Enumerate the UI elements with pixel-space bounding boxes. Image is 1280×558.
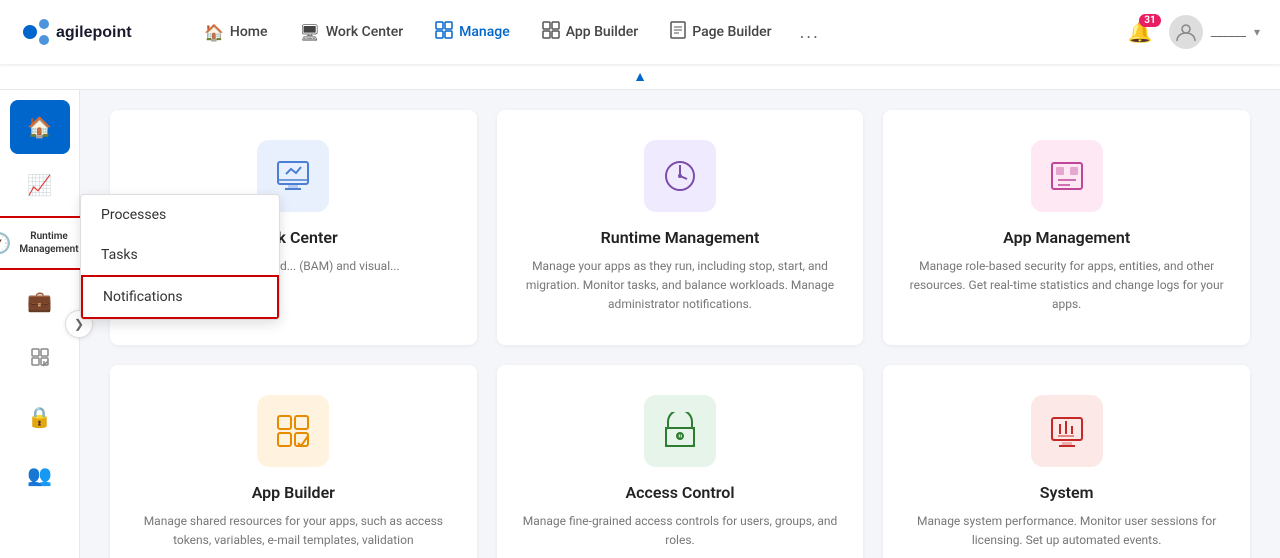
access-control-title: Access Control (626, 483, 735, 502)
main-nav: 🏠 Home 🖥 Work Center Manage (190, 13, 1128, 51)
app-builder-title: App Builder (252, 483, 335, 502)
collapse-arrow-icon[interactable]: ▲ (633, 68, 647, 85)
content-area: Work Center ...p and business d... (BAM)… (80, 90, 1280, 558)
cards-grid: Work Center ...p and business d... (BAM)… (110, 110, 1250, 558)
avatar (1169, 15, 1203, 49)
runtime-label: RuntimeManagement (19, 230, 78, 256)
nav-work-center[interactable]: 🖥 Work Center (286, 15, 418, 50)
grid-icon (30, 347, 50, 372)
nav-page-builder-label: Page Builder (692, 24, 771, 40)
notifications-bell[interactable]: 🔔 31 (1128, 20, 1153, 44)
main-layout: 🏠 📈 🕐 RuntimeManagement 💼 🔒 (0, 90, 1280, 558)
card-app-management: App Management Manage role-based securit… (883, 110, 1250, 345)
system-desc: Manage system performance. Monitor user … (907, 512, 1226, 550)
logo: agilepoint (20, 14, 160, 50)
lock-icon: 🔒 (27, 405, 52, 429)
header-right: 🔔 31 ______ ▾ (1128, 15, 1260, 49)
card-app-builder: App Builder Manage shared resources for … (110, 365, 477, 558)
svg-text:agilepoint: agilepoint (56, 24, 132, 41)
home-sidebar-icon: 🏠 (27, 115, 52, 139)
sidebar-item-home[interactable]: 🏠 (10, 100, 70, 154)
dropdown-item-notifications[interactable]: Notifications (81, 275, 279, 319)
user-name: ______ (1211, 25, 1246, 40)
nav-home-label: Home (230, 24, 268, 40)
sidebar-item-lock[interactable]: 🔒 (10, 390, 70, 444)
nav-page-builder[interactable]: Page Builder (656, 13, 785, 51)
manage-icon (435, 21, 453, 43)
logo-svg: agilepoint (20, 14, 160, 50)
briefcase-icon: 💼 (27, 289, 52, 313)
chevron-down-icon: ▾ (1254, 25, 1260, 39)
svg-text:0: 0 (678, 433, 682, 440)
dropdown-menu: Processes Tasks Notifications (80, 194, 280, 320)
runtime-mgmt-desc: Manage your apps as they run, including … (521, 257, 840, 315)
more-menu[interactable]: ... (790, 14, 830, 51)
sidebar-item-analytics[interactable]: 📈 (10, 158, 70, 212)
clock-icon: 🕐 (0, 231, 11, 255)
app-mgmt-icon-wrap (1031, 140, 1103, 212)
nav-home[interactable]: 🏠 Home (190, 15, 282, 50)
access-control-icon-wrap: 0 (644, 395, 716, 467)
nav-app-builder-label: App Builder (566, 24, 638, 40)
app-mgmt-title: App Management (1003, 228, 1130, 247)
app-builder-desc: Manage shared resources for your apps, s… (134, 512, 453, 550)
nav-work-center-label: Work Center (326, 24, 403, 40)
monitor-icon: 🖥 (300, 23, 320, 42)
card-runtime-management: Runtime Management Manage your apps as t… (497, 110, 864, 345)
system-title: System (1040, 483, 1094, 502)
card-access-control: 0 Access Control Manage fine-grained acc… (497, 365, 864, 558)
notification-count: 31 (1139, 14, 1160, 27)
header: agilepoint 🏠 Home 🖥 Work Center Manage (0, 0, 1280, 64)
users-icon: 👥 (27, 463, 52, 487)
runtime-mgmt-title: Runtime Management (601, 228, 760, 247)
sidebar: 🏠 📈 🕐 RuntimeManagement 💼 🔒 (0, 90, 80, 558)
nav-manage-label: Manage (459, 24, 510, 40)
sidebar-item-briefcase[interactable]: 💼 (10, 274, 70, 328)
collapse-bar: ▲ (0, 64, 1280, 90)
app-builder-icon (542, 21, 560, 43)
access-control-desc: Manage fine-grained access controls for … (521, 512, 840, 550)
home-icon: 🏠 (204, 23, 224, 42)
app-mgmt-desc: Manage role-based security for apps, ent… (907, 257, 1226, 315)
dropdown-item-tasks[interactable]: Tasks (81, 235, 279, 275)
nav-app-builder[interactable]: App Builder (528, 13, 652, 51)
system-icon-wrap (1031, 395, 1103, 467)
sidebar-item-grid[interactable] (10, 332, 70, 386)
nav-manage[interactable]: Manage (421, 13, 524, 51)
sidebar-item-users[interactable]: 👥 (10, 448, 70, 502)
page-builder-icon (670, 21, 686, 43)
dropdown-item-processes[interactable]: Processes (81, 195, 279, 235)
app-builder-icon-wrap (257, 395, 329, 467)
card-system: System Manage system performance. Monito… (883, 365, 1250, 558)
user-menu[interactable]: ______ ▾ (1169, 15, 1260, 49)
runtime-icon-wrap (644, 140, 716, 212)
analytics-icon: 📈 (27, 173, 52, 197)
